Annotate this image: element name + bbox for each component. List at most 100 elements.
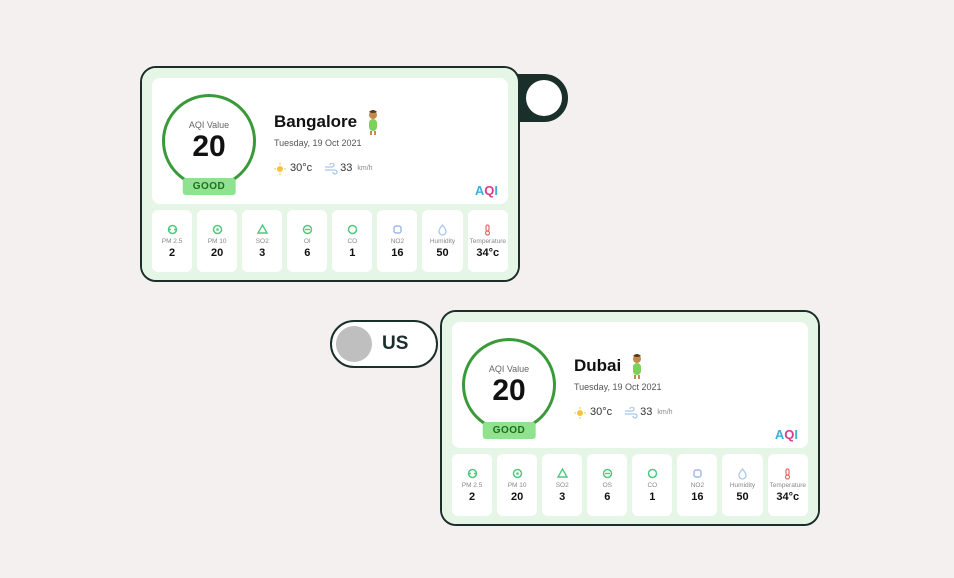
metric-label: Humidity [730, 482, 755, 489]
metric-tile: PM 2.5 2 [452, 454, 492, 516]
metric-value: 20 [211, 247, 223, 259]
metric-tile: SO23 [242, 210, 282, 272]
metric-icon [391, 223, 404, 236]
metric-icon [436, 223, 449, 236]
card-inner: AQI Value 20 GOOD Dubai Tuesday, 19 Oct … [442, 312, 818, 524]
metric-value: 16 [391, 247, 403, 259]
metric-label: CO [347, 238, 357, 245]
metric-icon [211, 223, 224, 236]
metric-label: CO [647, 482, 657, 489]
metric-value: 3 [559, 491, 565, 503]
metric-icon [691, 467, 704, 480]
card-hero: AQI Value 20 GOOD Bangalore Tuesday, 19 … [152, 78, 508, 204]
aqi-gauge: AQI Value 20 GOOD [462, 338, 556, 432]
metric-icon [646, 467, 659, 480]
wind-icon [624, 406, 636, 418]
aqi-card-dubai: AQI Value 20 GOOD Dubai Tuesday, 19 Oct … [440, 310, 820, 526]
aqi-card-bangalore: AQI Value 20 GOOD Bangalore Tuesday, 19 … [140, 66, 520, 282]
metric-label: OS [603, 482, 612, 489]
aqi-status-badge: GOOD [183, 178, 236, 195]
aqi-status-badge: GOOD [483, 422, 536, 439]
wind-item: 33 km/h [324, 162, 372, 174]
avatar-icon [363, 108, 383, 136]
wind-unit: km/h [357, 165, 372, 172]
metric-tile: SO23 [542, 454, 582, 516]
metric-icon [601, 467, 614, 480]
metric-value: 6 [604, 491, 610, 503]
metric-label: PM 10 [208, 238, 227, 245]
date-text: Tuesday, 19 Oct 2021 [274, 138, 498, 148]
city-row: Dubai [574, 352, 798, 380]
toggle-label-us: US [382, 333, 408, 355]
metric-tile: Temperature 34°c [468, 210, 509, 272]
weather-row: 30°c 33 km/h [574, 406, 798, 418]
metric-label: SO2 [256, 238, 269, 245]
metric-tile: CO 1 [332, 210, 372, 272]
metric-tile: PM 2.52 [152, 210, 192, 272]
metric-value: 50 [736, 491, 748, 503]
metric-tile: PM 10 20 [497, 454, 537, 516]
metric-label: PM 2.5 [462, 482, 483, 489]
metric-label: NO2 [691, 482, 704, 489]
metric-value: 6 [304, 247, 310, 259]
metric-value: 1 [349, 247, 355, 259]
metric-label: SO2 [556, 482, 569, 489]
metric-tile: CO 1 [632, 454, 672, 516]
city-block: Bangalore Tuesday, 19 Oct 2021 30°c [274, 108, 498, 174]
temp-value: 30°c [290, 162, 312, 174]
metric-icon [781, 467, 794, 480]
metric-value: 2 [169, 247, 175, 259]
metric-tile: PM 10 20 [197, 210, 237, 272]
temp-item: 30°c [274, 162, 312, 174]
aqi-label: AQI Value [189, 120, 229, 130]
metric-icon [556, 467, 569, 480]
metric-label: NO2 [391, 238, 404, 245]
metric-value: 16 [691, 491, 703, 503]
temp-item: 30°c [574, 406, 612, 418]
wind-item: 33 km/h [624, 406, 672, 418]
metric-value: 3 [259, 247, 265, 259]
metric-icon [466, 467, 479, 480]
toggle-region-us[interactable]: US [330, 320, 438, 368]
metric-icon [736, 467, 749, 480]
metric-label: Temperature [470, 238, 507, 245]
metric-tile: Humidity 50 [722, 454, 762, 516]
metric-value: 34°c [476, 247, 499, 259]
wind-unit: km/h [657, 409, 672, 416]
date-text: Tuesday, 19 Oct 2021 [574, 382, 798, 392]
city-block: Dubai Tuesday, 19 Oct 2021 30°c [574, 352, 798, 418]
wind-icon [324, 162, 336, 174]
metric-label: Temperature [770, 482, 807, 489]
metric-tile: OS 6 [587, 454, 627, 516]
wind-value: 33 [640, 406, 652, 418]
metric-icon [256, 223, 269, 236]
metric-icon [481, 223, 494, 236]
sun-icon [274, 162, 286, 174]
aqi-label: AQI Value [489, 364, 529, 374]
metric-icon [346, 223, 359, 236]
metric-icon [166, 223, 179, 236]
metric-value: 1 [649, 491, 655, 503]
metric-label: PM 10 [508, 482, 527, 489]
aqi-logo: AQI [475, 183, 498, 198]
metric-tile: OI6 [287, 210, 327, 272]
metric-value: 50 [436, 247, 448, 259]
metric-tile: Temperature 34°c [768, 454, 809, 516]
sun-icon [574, 406, 586, 418]
metric-value: 2 [469, 491, 475, 503]
city-name: Dubai [574, 356, 621, 376]
metric-icon [511, 467, 524, 480]
city-row: Bangalore [274, 108, 498, 136]
metric-tile: Humidity50 [422, 210, 462, 272]
temp-value: 30°c [590, 406, 612, 418]
card-hero: AQI Value 20 GOOD Dubai Tuesday, 19 Oct … [452, 322, 808, 448]
toggle-knob [526, 80, 562, 116]
metric-value: 20 [511, 491, 523, 503]
toggle-knob [336, 326, 372, 362]
city-name: Bangalore [274, 112, 357, 132]
aqi-logo: AQI [775, 427, 798, 442]
avatar-icon [627, 352, 647, 380]
aqi-gauge: AQI Value 20 GOOD [162, 94, 256, 188]
metric-value: 34°c [776, 491, 799, 503]
metric-icon [301, 223, 314, 236]
